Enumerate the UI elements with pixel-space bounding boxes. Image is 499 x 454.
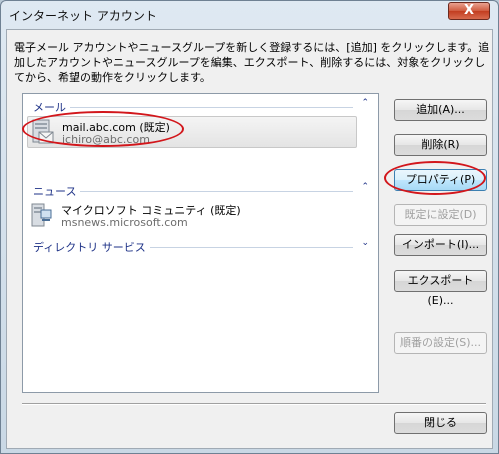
close-button[interactable]: 閉じる <box>394 412 487 434</box>
dialog-body: 電子メール アカウントやニュースグループを新しく登録するには、[追加] をクリッ… <box>6 29 493 449</box>
properties-button[interactable]: プロパティ(P) <box>394 169 487 191</box>
instructions-text: 電子メール アカウントやニュースグループを新しく登録するには、[追加] をクリッ… <box>14 41 490 84</box>
mail-account-icon <box>32 119 54 144</box>
title-bar: インターネット アカウント X <box>1 1 498 28</box>
internet-accounts-window: インターネット アカウント X 電子メール アカウントやニュースグループを新しく… <box>0 0 499 454</box>
group-divider <box>33 107 353 108</box>
group-header-directory[interactable]: ディレクトリ サービス ⌄ <box>33 238 369 255</box>
close-icon: X <box>463 3 475 18</box>
group-divider <box>33 191 353 192</box>
export-button[interactable]: エクスポート(E)... <box>394 270 487 307</box>
news-server-icon <box>31 203 52 227</box>
divider <box>22 403 486 405</box>
add-button[interactable]: 追加(A)... <box>394 99 487 121</box>
remove-button[interactable]: 削除(R) <box>394 134 487 156</box>
collapse-chevron-icon[interactable]: ⌃ <box>361 182 369 192</box>
account-item-mail[interactable]: mail.abc.com (既定) ichiro@abc.com <box>27 116 357 148</box>
group-label-news: ニュース <box>33 183 81 199</box>
import-button[interactable]: インポート(I)... <box>394 234 487 256</box>
accounts-list[interactable]: メール ⌃ mail.abc.com (既定) ichiro@abc.com ニ… <box>22 93 379 393</box>
account-email: ichiro@abc.com <box>62 133 150 146</box>
collapse-chevron-icon[interactable]: ⌃ <box>361 98 369 108</box>
group-label-mail: メール <box>33 99 70 115</box>
account-item-news[interactable]: マイクロソフト コミュニティ (既定) msnews.microsoft.com <box>27 200 357 232</box>
group-label-directory: ディレクトリ サービス <box>33 239 150 255</box>
account-server: msnews.microsoft.com <box>61 216 188 229</box>
set-order-button[interactable]: 順番の設定(S)... <box>394 332 487 354</box>
window-title: インターネット アカウント <box>9 9 157 23</box>
group-header-mail[interactable]: メール ⌃ <box>33 98 369 115</box>
group-header-news[interactable]: ニュース ⌃ <box>33 182 369 199</box>
close-window-button[interactable]: X <box>448 2 490 20</box>
expand-chevron-icon[interactable]: ⌄ <box>361 238 369 248</box>
set-default-button[interactable]: 既定に設定(D) <box>394 204 487 226</box>
